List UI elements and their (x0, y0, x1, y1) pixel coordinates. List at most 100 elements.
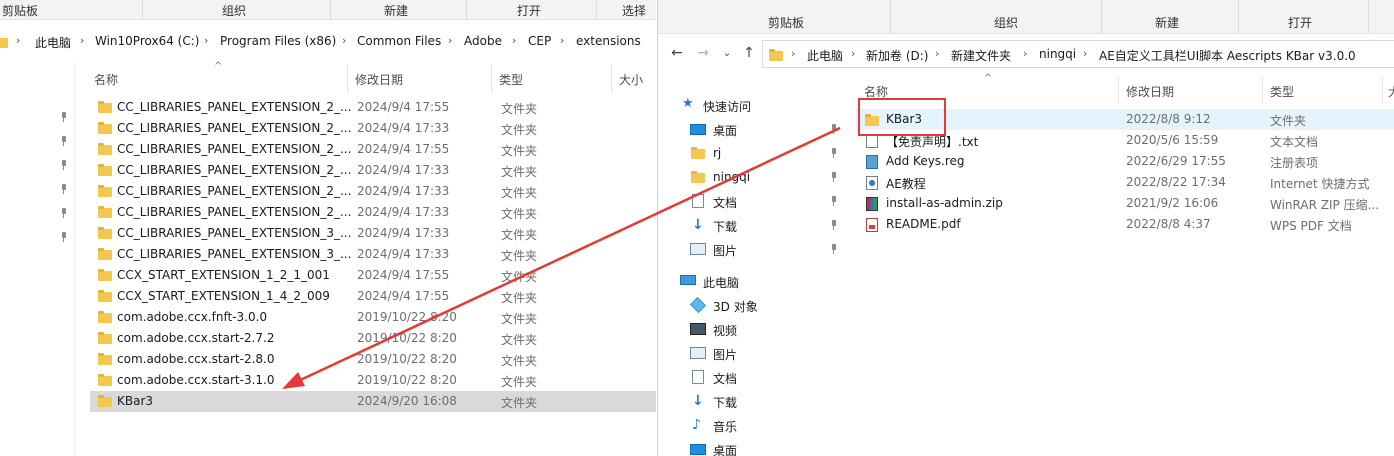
ribbon-group-open[interactable]: 打开 (1288, 14, 1312, 31)
nav-item-downloads-pc[interactable]: ↓ 下载 (688, 390, 848, 412)
breadcrumb-item[interactable]: Win10Prox64 (C:) (95, 34, 199, 48)
breadcrumb-item[interactable]: 此电脑 (807, 47, 843, 64)
table-row[interactable]: README.pdf 2022/8/8 4:37 WPS PDF 文档 (856, 214, 1394, 235)
nav-label: 图片 (713, 244, 738, 258)
ribbon-group-new[interactable]: 新建 (384, 2, 408, 19)
table-row[interactable]: CC_LIBRARIES_PANEL_EXTENSION_2_... 2024/9… (90, 139, 656, 160)
breadcrumb-item[interactable]: Common Files (357, 34, 441, 48)
nav-item-desktop[interactable]: 桌面 (688, 118, 848, 140)
file-date: 2024/9/4 17:33 (357, 247, 450, 261)
file-name: CC_LIBRARIES_PANEL_EXTENSION_2_... (117, 121, 352, 135)
nav-item-videos[interactable]: 视频 (688, 318, 848, 340)
file-date: 2024/9/4 17:55 (357, 100, 450, 114)
column-header-size[interactable]: 大小 (619, 71, 643, 88)
column-divider[interactable] (1118, 76, 1119, 104)
column-divider[interactable] (491, 64, 492, 92)
nav-item-3d-objects[interactable]: 3D 对象 (688, 294, 848, 316)
nav-item-documents-pc[interactable]: 文档 (688, 366, 848, 388)
column-divider[interactable] (1382, 76, 1383, 104)
ribbon-group-clipboard[interactable]: 剪贴板 (768, 14, 804, 31)
column-header-type[interactable]: 类型 (1270, 83, 1294, 100)
up-arrow-icon[interactable]: ↑ (740, 45, 758, 61)
nav-this-pc[interactable]: 此电脑 (678, 270, 848, 292)
column-divider[interactable] (611, 64, 612, 92)
column-header-type[interactable]: 类型 (499, 71, 523, 88)
ribbon-separator (596, 0, 597, 20)
table-row[interactable]: AE教程 2022/8/22 17:34 Internet 快捷方式 (856, 172, 1394, 193)
ribbon-group-open[interactable]: 打开 (517, 2, 541, 19)
pin-icon (830, 172, 838, 182)
table-row[interactable]: CCX_START_EXTENSION_1_4_2_009 2024/9/4 17… (90, 286, 656, 307)
file-name: com.adobe.ccx.start-3.1.0 (117, 373, 275, 387)
nav-quick-access[interactable]: ★ 快速访问 (678, 94, 848, 116)
ribbon-group-organize[interactable]: 组织 (994, 14, 1018, 31)
pictures-icon (690, 347, 706, 359)
nav-item-rj[interactable]: rj (688, 142, 848, 164)
table-row[interactable]: CC_LIBRARIES_PANEL_EXTENSION_2_... 2024/9… (90, 202, 656, 223)
file-type: 文件夹 (501, 354, 538, 368)
breadcrumb-item[interactable]: 新建文件夹 (951, 47, 1011, 64)
ribbon-group-clipboard[interactable]: 剪贴板 (2, 2, 38, 19)
ribbon-group-select[interactable]: 选择 (622, 2, 646, 19)
table-row[interactable]: CC_LIBRARIES_PANEL_EXTENSION_3_... 2024/9… (90, 223, 656, 244)
pin-icon (830, 244, 838, 254)
nav-item-downloads[interactable]: ↓ 下载 (688, 214, 848, 236)
table-row[interactable]: com.adobe.ccx.start-2.7.2 2019/10/22 8:20… (90, 328, 656, 349)
right-address-bar[interactable]: › 此电脑 › 新加卷 (D:) › 新建文件夹 › ningqi › AE自定… (762, 40, 1394, 68)
file-type: WinRAR ZIP 压缩... (1270, 198, 1380, 212)
left-address-bar[interactable]: › 此电脑 › Win10Prox64 (C:) › Program Files… (0, 30, 656, 54)
video-icon (690, 323, 706, 335)
table-row[interactable]: com.adobe.ccx.start-3.1.0 2019/10/22 8:20… (90, 370, 656, 391)
table-row[interactable]: CC_LIBRARIES_PANEL_EXTENSION_3_... 2024/9… (90, 244, 656, 265)
ribbon-group-new[interactable]: 新建 (1155, 14, 1179, 31)
column-header-date[interactable]: 修改日期 (1126, 83, 1174, 100)
nav-item-desktop-pc[interactable]: 桌面 (688, 438, 848, 456)
table-row[interactable]: Add Keys.reg 2022/6/29 17:55 注册表项 (856, 151, 1394, 172)
file-type: 文件夹 (501, 270, 538, 284)
column-header-name[interactable]: 名称 (94, 71, 118, 88)
chevron-right-icon: › (1083, 47, 1088, 60)
table-row[interactable]: install-as-admin.zip 2021/9/2 16:06 WinRAR… (856, 193, 1394, 214)
nav-item-pictures-pc[interactable]: 图片 (688, 342, 848, 364)
table-row[interactable]: CC_LIBRARIES_PANEL_EXTENSION_2_... 2024/9… (90, 118, 656, 139)
breadcrumb-item[interactable]: Program Files (x86) (220, 34, 336, 48)
breadcrumb-item[interactable]: 此电脑 (35, 34, 71, 51)
ribbon-group-organize[interactable]: 组织 (222, 2, 246, 19)
back-arrow-icon[interactable]: ← (668, 45, 686, 61)
nav-item-music[interactable]: ♪ 音乐 (688, 414, 848, 436)
pin-icon (830, 220, 838, 230)
table-row[interactable]: CC_LIBRARIES_PANEL_EXTENSION_2_... 2024/9… (90, 97, 656, 118)
table-row[interactable]: CC_LIBRARIES_PANEL_EXTENSION_2_... 2024/9… (90, 160, 656, 181)
nav-item-documents[interactable]: 文档 (688, 190, 848, 212)
file-type: 文件夹 (501, 228, 538, 242)
nav-item-ningqi[interactable]: ningqi (688, 166, 848, 188)
file-type: 文件夹 (501, 291, 538, 305)
breadcrumb-item[interactable]: Adobe (464, 34, 502, 48)
desktop-icon (690, 444, 706, 455)
file-name: CCX_START_EXTENSION_1_4_2_009 (117, 289, 330, 303)
column-header-date[interactable]: 修改日期 (355, 71, 403, 88)
file-type: 文件夹 (501, 123, 538, 137)
file-type: 文件夹 (501, 102, 538, 116)
breadcrumb-item[interactable]: ningqi (1039, 47, 1076, 61)
table-row[interactable]: com.adobe.ccx.fnft-3.0.0 2019/10/22 8:20 文… (90, 307, 656, 328)
recent-locations-chevron-icon[interactable]: ⌄ (718, 48, 736, 59)
chevron-right-icon: › (512, 34, 517, 47)
table-row[interactable]: KBar3 2024/9/20 16:08 文件夹 (90, 391, 656, 412)
breadcrumb-item[interactable]: 新加卷 (D:) (866, 47, 928, 64)
column-divider[interactable] (347, 64, 348, 92)
table-row[interactable]: com.adobe.ccx.start-2.8.0 2019/10/22 8:20… (90, 349, 656, 370)
nav-label: 视频 (713, 324, 738, 338)
forward-arrow-icon[interactable]: → (694, 45, 712, 61)
column-header-size[interactable]: 大 (1388, 83, 1394, 100)
file-type: 文件夹 (1270, 114, 1307, 128)
chevron-right-icon: › (1023, 47, 1028, 60)
table-row[interactable]: CCX_START_EXTENSION_1_2_1_001 2024/9/4 17… (90, 265, 656, 286)
breadcrumb-item[interactable]: AE自定义工具栏UI脚本 Aescripts KBar v3.0.0 (1099, 47, 1356, 64)
breadcrumb-item[interactable]: CEP (528, 34, 551, 48)
nav-item-pictures[interactable]: 图片 (688, 238, 848, 260)
table-row[interactable]: CC_LIBRARIES_PANEL_EXTENSION_2_... 2024/9… (90, 181, 656, 202)
breadcrumb-item[interactable]: extensions (576, 34, 641, 48)
left-navigation-pane (0, 62, 75, 456)
column-divider[interactable] (1262, 76, 1263, 104)
